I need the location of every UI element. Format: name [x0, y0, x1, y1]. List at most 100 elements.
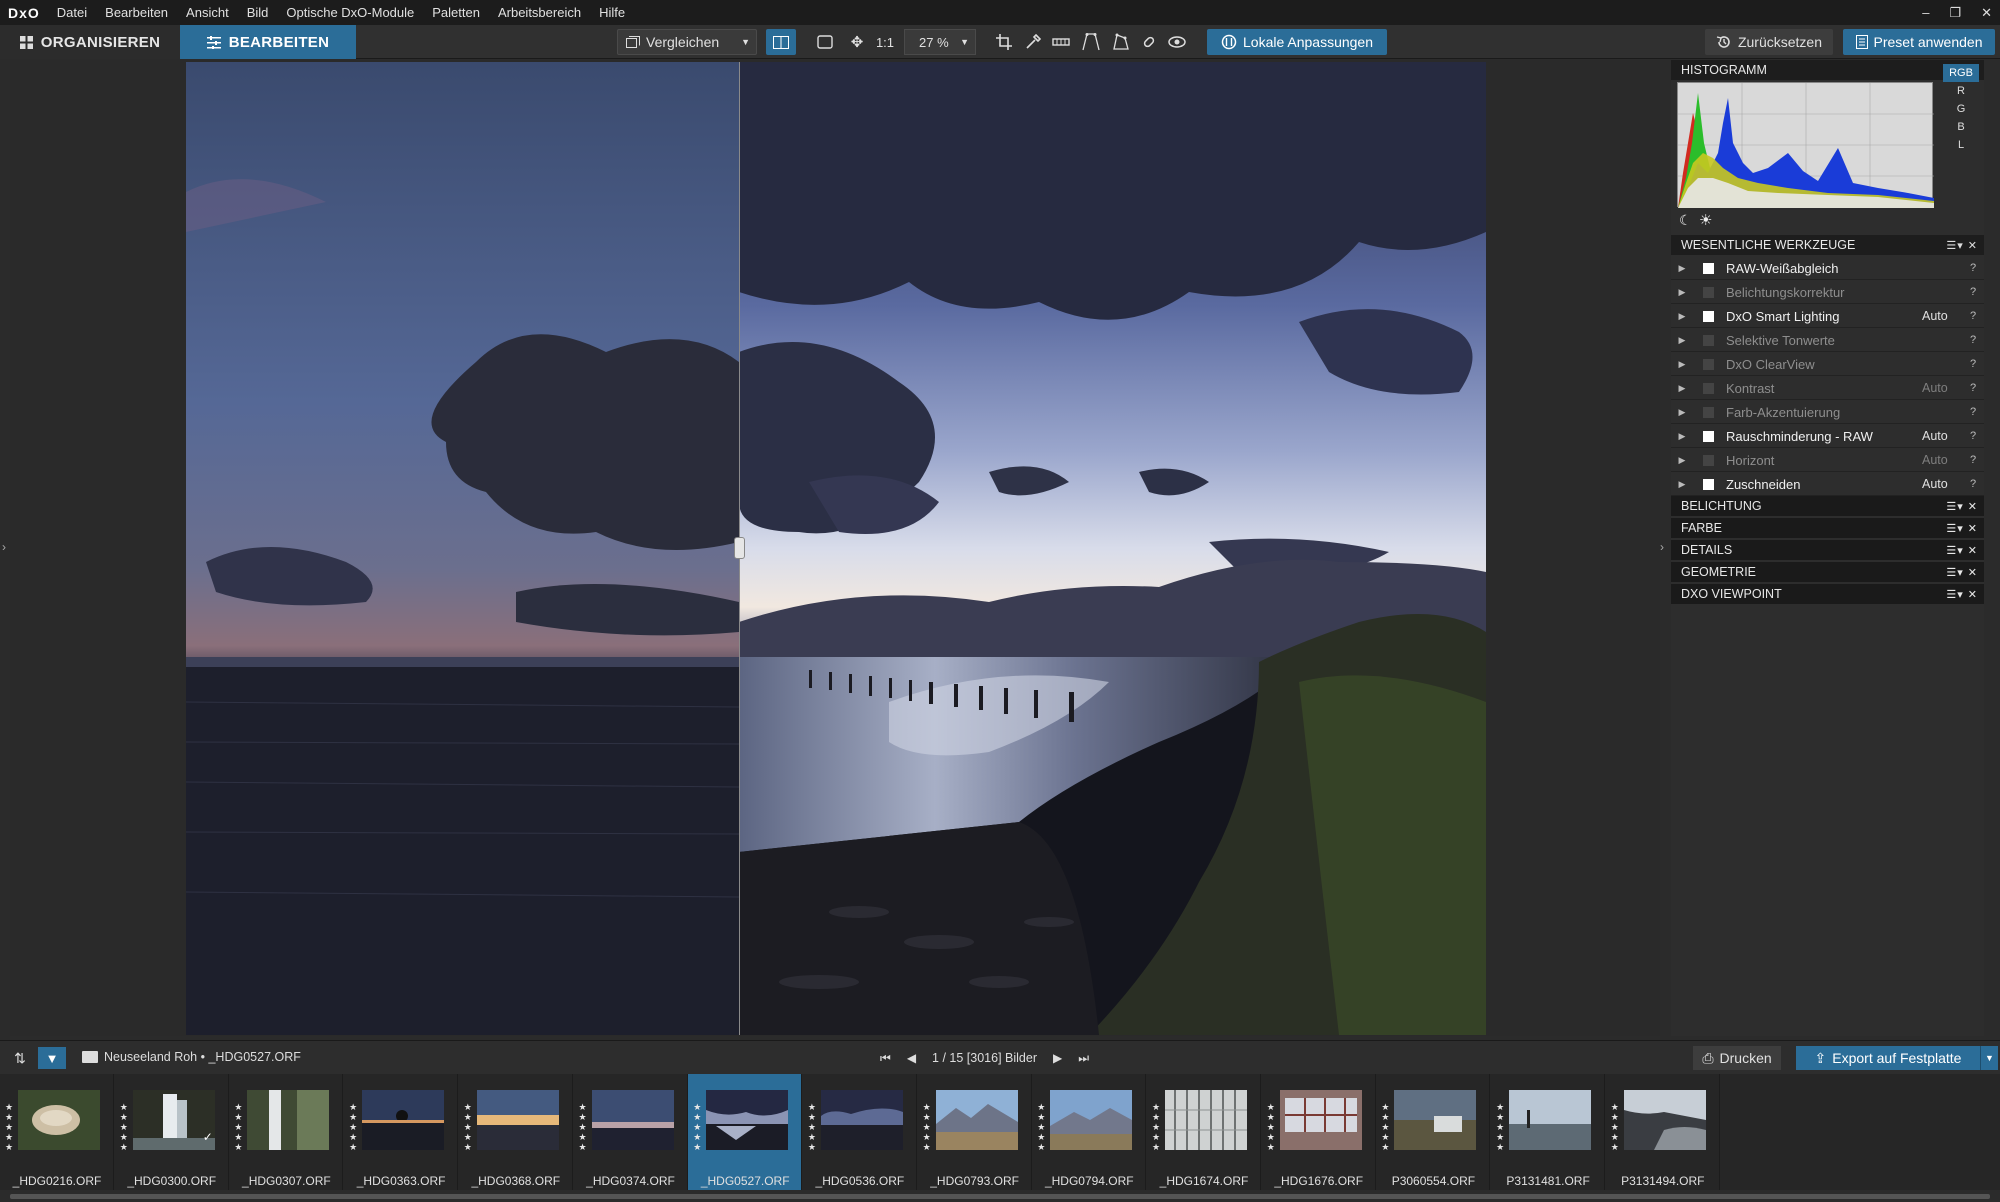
star-icon[interactable]: ★: [1267, 1122, 1277, 1132]
tool-row[interactable]: ▶ Zuschneiden Auto?: [1671, 473, 1984, 496]
expand-arrow-icon[interactable]: ▶: [1671, 407, 1693, 418]
export-button[interactable]: ⇪ Export auf Festplatte: [1796, 1046, 1980, 1070]
star-icon[interactable]: ★: [693, 1122, 703, 1132]
star-icon[interactable]: ★: [808, 1132, 818, 1142]
tool-row[interactable]: ▶ Farb-Akzentuierung?: [1671, 401, 1984, 424]
star-icon[interactable]: ★: [1152, 1122, 1162, 1132]
menu-arbeitsbereich[interactable]: Arbeitsbereich: [489, 5, 590, 20]
star-icon[interactable]: ★: [923, 1122, 933, 1132]
menu-hilfe[interactable]: Hilfe: [590, 5, 634, 20]
expand-arrow-icon[interactable]: ▶: [1671, 431, 1693, 442]
tab-organize[interactable]: ORGANISIEREN: [0, 25, 180, 59]
star-icon[interactable]: ★: [1611, 1122, 1621, 1132]
star-icon[interactable]: ★: [1152, 1102, 1162, 1112]
photo-compare-view[interactable]: [186, 62, 1486, 1035]
tool-row[interactable]: ▶ Kontrast Auto?: [1671, 377, 1984, 400]
tool-enable-checkbox[interactable]: [1703, 454, 1714, 466]
palette-menu-icon[interactable]: ☰▾ ✕: [1946, 566, 1978, 579]
tool-row[interactable]: ▶ RAW-Weißabgleich?: [1671, 257, 1984, 280]
star-icon[interactable]: ★: [808, 1142, 818, 1152]
star-icon[interactable]: ★: [1496, 1102, 1506, 1112]
star-icon[interactable]: ★: [1381, 1102, 1391, 1112]
print-button[interactable]: ⎙ Drucken: [1693, 1046, 1781, 1070]
tool-enable-checkbox[interactable]: [1703, 478, 1714, 490]
tool-enable-checkbox[interactable]: [1703, 406, 1714, 418]
chevron-right-icon[interactable]: ›: [2, 540, 6, 554]
star-icon[interactable]: ★: [579, 1132, 589, 1142]
star-icon[interactable]: ★: [923, 1112, 933, 1122]
reset-button[interactable]: Zurücksetzen: [1705, 29, 1833, 55]
channel-g[interactable]: G: [1943, 100, 1979, 118]
star-icon[interactable]: ★: [1496, 1142, 1506, 1152]
star-icon[interactable]: ★: [1152, 1132, 1162, 1142]
star-icon[interactable]: ★: [1381, 1112, 1391, 1122]
star-icon[interactable]: ★: [923, 1132, 933, 1142]
filmstrip-thumbnail[interactable]: ★ ★ ★ ★ ★ P3131481.ORF: [1491, 1074, 1606, 1190]
star-icon[interactable]: ★: [1037, 1102, 1047, 1112]
split-handle[interactable]: [734, 537, 745, 559]
star-icon[interactable]: ★: [5, 1112, 15, 1122]
fit-screen-icon[interactable]: [814, 31, 836, 53]
menu-ansicht[interactable]: Ansicht: [177, 5, 238, 20]
eye-icon[interactable]: [1166, 31, 1188, 53]
perspective-icon[interactable]: [1080, 31, 1102, 53]
star-icon[interactable]: ★: [693, 1102, 703, 1112]
compare-button[interactable]: Vergleichen ▼: [617, 29, 757, 55]
split-view-button[interactable]: [766, 29, 796, 55]
expand-arrow-icon[interactable]: ▶: [1671, 383, 1693, 394]
star-icon[interactable]: ★: [579, 1142, 589, 1152]
rating-stars[interactable]: ★ ★ ★ ★ ★: [1611, 1102, 1621, 1152]
rating-stars[interactable]: ★ ★ ★ ★ ★: [234, 1102, 244, 1152]
category-geometrie[interactable]: GEOMETRIE ☰▾ ✕: [1671, 562, 1984, 583]
star-icon[interactable]: ★: [349, 1112, 359, 1122]
tool-enable-checkbox[interactable]: [1703, 310, 1714, 322]
expand-arrow-icon[interactable]: ▶: [1671, 263, 1693, 274]
tool-row[interactable]: ▶ Rauschminderung - RAW Auto?: [1671, 425, 1984, 448]
star-icon[interactable]: ★: [693, 1142, 703, 1152]
expand-arrow-icon[interactable]: ▶: [1671, 335, 1693, 346]
zoom-1to1-button[interactable]: 1:1: [874, 31, 896, 53]
star-icon[interactable]: ★: [120, 1102, 130, 1112]
star-icon[interactable]: ★: [5, 1102, 15, 1112]
chevron-down-icon[interactable]: ▼: [741, 37, 750, 47]
star-icon[interactable]: ★: [1152, 1112, 1162, 1122]
star-icon[interactable]: ★: [349, 1142, 359, 1152]
star-icon[interactable]: ★: [5, 1142, 15, 1152]
rating-stars[interactable]: ★ ★ ★ ★ ★: [923, 1102, 933, 1152]
palette-menu-icon[interactable]: ☰▾ ✕: [1946, 544, 1978, 557]
tool-enable-checkbox[interactable]: [1703, 382, 1714, 394]
help-icon[interactable]: ?: [1962, 334, 1984, 346]
minimize-button[interactable]: –: [1922, 5, 1929, 20]
star-icon[interactable]: ★: [1611, 1132, 1621, 1142]
star-icon[interactable]: ★: [579, 1122, 589, 1132]
category-farbe[interactable]: FARBE ☰▾ ✕: [1671, 518, 1984, 539]
star-icon[interactable]: ★: [1037, 1112, 1047, 1122]
star-icon[interactable]: ★: [120, 1142, 130, 1152]
star-icon[interactable]: ★: [1611, 1102, 1621, 1112]
local-adjustments-button[interactable]: Lokale Anpassungen: [1207, 29, 1387, 55]
star-icon[interactable]: ★: [349, 1122, 359, 1132]
folder-name[interactable]: Neuseeland Roh: [104, 1050, 197, 1064]
tool-row[interactable]: ▶ DxO ClearView?: [1671, 353, 1984, 376]
rating-stars[interactable]: ★ ★ ★ ★ ★: [579, 1102, 589, 1152]
rating-stars[interactable]: ★ ★ ★ ★ ★: [693, 1102, 703, 1152]
filmstrip-thumbnail[interactable]: ★ ★ ★ ★ ★ _HDG0794.ORF: [1032, 1074, 1147, 1190]
star-icon[interactable]: ★: [234, 1142, 244, 1152]
star-icon[interactable]: ★: [5, 1122, 15, 1132]
star-icon[interactable]: ★: [693, 1132, 703, 1142]
palette-menu-icon[interactable]: ☰▾ ✕: [1946, 588, 1978, 601]
previous-image-icon[interactable]: ◀: [907, 1051, 916, 1065]
channel-l[interactable]: L: [1943, 136, 1979, 154]
filmstrip-thumbnail[interactable]: ★ ★ ★ ★ ★ ✓ _HDG0300.ORF: [115, 1074, 229, 1190]
star-icon[interactable]: ★: [1267, 1142, 1277, 1152]
chevron-right-icon[interactable]: ›: [1660, 540, 1664, 554]
star-icon[interactable]: ★: [120, 1122, 130, 1132]
apply-preset-button[interactable]: Preset anwenden: [1843, 29, 1995, 55]
filmstrip-thumbnail[interactable]: ★ ★ ★ ★ ★ _HDG0216.ORF: [0, 1074, 114, 1190]
star-icon[interactable]: ★: [579, 1102, 589, 1112]
eyedropper-icon[interactable]: [1022, 31, 1044, 53]
tool-row[interactable]: ▶ Selektive Tonwerte?: [1671, 329, 1984, 352]
repair-icon[interactable]: [1138, 31, 1160, 53]
tool-row[interactable]: ▶ Belichtungskorrektur?: [1671, 281, 1984, 304]
expand-arrow-icon[interactable]: ▶: [1671, 359, 1693, 370]
